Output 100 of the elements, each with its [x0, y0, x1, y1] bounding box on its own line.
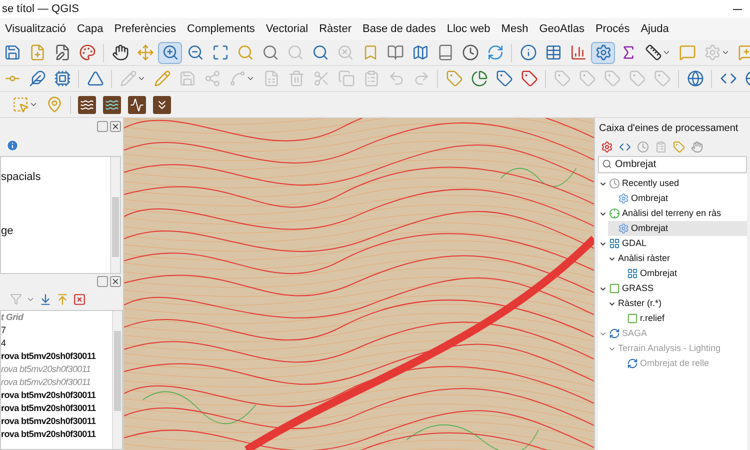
tree-item[interactable]: Ombrejat [608, 221, 747, 236]
toolbar-button[interactable] [591, 42, 615, 64]
spreadsheet-icon [262, 70, 280, 88]
code-icon[interactable] [619, 141, 631, 153]
line-graph-icon [128, 96, 146, 114]
menu-item[interactable]: Lloc web [446, 20, 490, 38]
search-icon [602, 159, 612, 169]
menu-item[interactable]: Complements [187, 20, 255, 38]
tree-label: Anàlisi del terreny en ràs [622, 206, 722, 220]
layer-item[interactable]: rova bt5mv20sh0f30011 [1, 364, 91, 374]
book-icon [386, 44, 404, 62]
search-field[interactable]: Ombrejat [598, 156, 747, 173]
tag-icon [653, 70, 671, 88]
palette-icon [78, 44, 96, 62]
tree-label: Terrain Analysis - Lighting [618, 342, 721, 355]
tag-icon[interactable] [673, 141, 685, 153]
menu-item[interactable]: Procés [595, 20, 630, 38]
menu-item[interactable]: Preferències [114, 20, 176, 38]
panel-title: Caixa d'eines de processament [599, 122, 738, 136]
tag-icon [553, 70, 571, 88]
layer-item[interactable]: rova bt5mv20sh0f30011 [1, 351, 96, 361]
browser-item[interactable]: ge [1, 225, 14, 237]
layer-item[interactable]: rova bt5mv20sh0f30011 [1, 403, 96, 413]
info-icon[interactable] [6, 138, 19, 152]
menu-item[interactable]: Vectorial [266, 20, 308, 38]
speech-bubble-icon [737, 44, 750, 62]
clock-icon[interactable] [637, 141, 649, 153]
menu-item[interactable]: Ràster [319, 20, 352, 38]
maximize-icon [211, 44, 229, 62]
info-icon [519, 44, 537, 62]
magnifier-icon [236, 44, 254, 62]
browser-item[interactable]: spacials [1, 171, 41, 183]
menu-item[interactable]: Mesh [501, 20, 528, 38]
trash-icon [287, 70, 305, 88]
tree-item[interactable]: Anàlisi ràster [608, 251, 747, 266]
menu-item[interactable]: Capa [76, 20, 104, 38]
save-icon [3, 44, 21, 62]
layer-item[interactable]: rova bt5mv20sh0f30011 [1, 390, 96, 400]
scrollbar[interactable] [110, 157, 120, 273]
toolbar-button[interactable] [125, 94, 149, 116]
waves-icon [103, 96, 121, 114]
layer-item[interactable]: rova bt5mv20sh0f30011 [1, 429, 96, 439]
tree-item[interactable]: Anàlisi del terreny en ràs [599, 206, 747, 221]
menu-item[interactable]: Base de dades [362, 20, 436, 38]
tree-label: Ombrejat [640, 266, 678, 280]
caret-icon [29, 100, 38, 109]
square-icon [609, 283, 620, 294]
minimize-icon[interactable] [733, 8, 742, 10]
tree-item[interactable]: GDAL [599, 236, 747, 251]
toolbar-button[interactable] [75, 94, 99, 116]
tree-label: Ràster (r.*) [618, 296, 662, 310]
target-icon [609, 208, 620, 219]
caret-icon [721, 48, 730, 57]
square-icon [627, 313, 638, 324]
tree-label: Ombrejat de relle [640, 356, 710, 370]
settings-icon [703, 44, 721, 62]
menu-item[interactable]: Ajuda [640, 20, 669, 38]
tag-icon [603, 70, 621, 88]
zoom-in-icon [161, 44, 179, 62]
hand-icon[interactable] [691, 141, 703, 153]
gears-icon[interactable] [601, 141, 613, 153]
menu-item[interactable]: Visualització [5, 20, 66, 38]
layer-item[interactable]: 4 [1, 338, 6, 348]
swirl-icon [609, 328, 620, 339]
scrollbar[interactable] [112, 311, 122, 449]
refresh-icon [486, 44, 504, 62]
undo-icon [387, 70, 405, 88]
tree-item[interactable]: r.relief [617, 311, 747, 326]
toolbar-button[interactable] [150, 94, 174, 116]
caret-icon [662, 48, 671, 57]
file-plus-icon [28, 44, 46, 62]
tree-item[interactable]: Ràster (r.*) [608, 296, 747, 311]
tree-item[interactable]: Ombrejat [617, 266, 747, 281]
close-icon[interactable] [110, 120, 121, 132]
tag-icon [520, 70, 538, 88]
close-icon[interactable] [110, 276, 121, 286]
caret-icon [137, 74, 146, 83]
waves-icon [78, 96, 96, 114]
settings-icon [594, 44, 612, 62]
remove-layer-icon[interactable] [73, 292, 86, 306]
toolbar-button[interactable] [158, 42, 182, 64]
zoom-out-icon [186, 44, 204, 62]
expand-all-icon[interactable] [39, 292, 52, 306]
collapse-all-icon[interactable] [56, 292, 69, 306]
selection-icon [11, 96, 29, 114]
map-pin-icon [45, 96, 63, 114]
layer-item[interactable]: 7 [1, 325, 6, 335]
layer-item[interactable]: rova bt5mv20sh0f30011 [1, 377, 91, 387]
gear-icon [618, 223, 629, 234]
tree-item[interactable]: GRASS [599, 281, 747, 296]
menu-item[interactable]: GeoAtlas [539, 20, 584, 38]
toolbar-button[interactable] [100, 94, 124, 116]
clock-icon [609, 178, 620, 189]
tree-item[interactable]: Ombrejat [608, 191, 747, 206]
chevrons-icon [153, 96, 171, 114]
layer-item[interactable]: t Grid [1, 312, 24, 322]
layer-item[interactable]: rova bt5mv20sh0f30011 [1, 416, 96, 426]
move-icon [136, 44, 154, 62]
hand-icon [111, 44, 129, 62]
tree-item[interactable]: Recently used [599, 176, 747, 191]
